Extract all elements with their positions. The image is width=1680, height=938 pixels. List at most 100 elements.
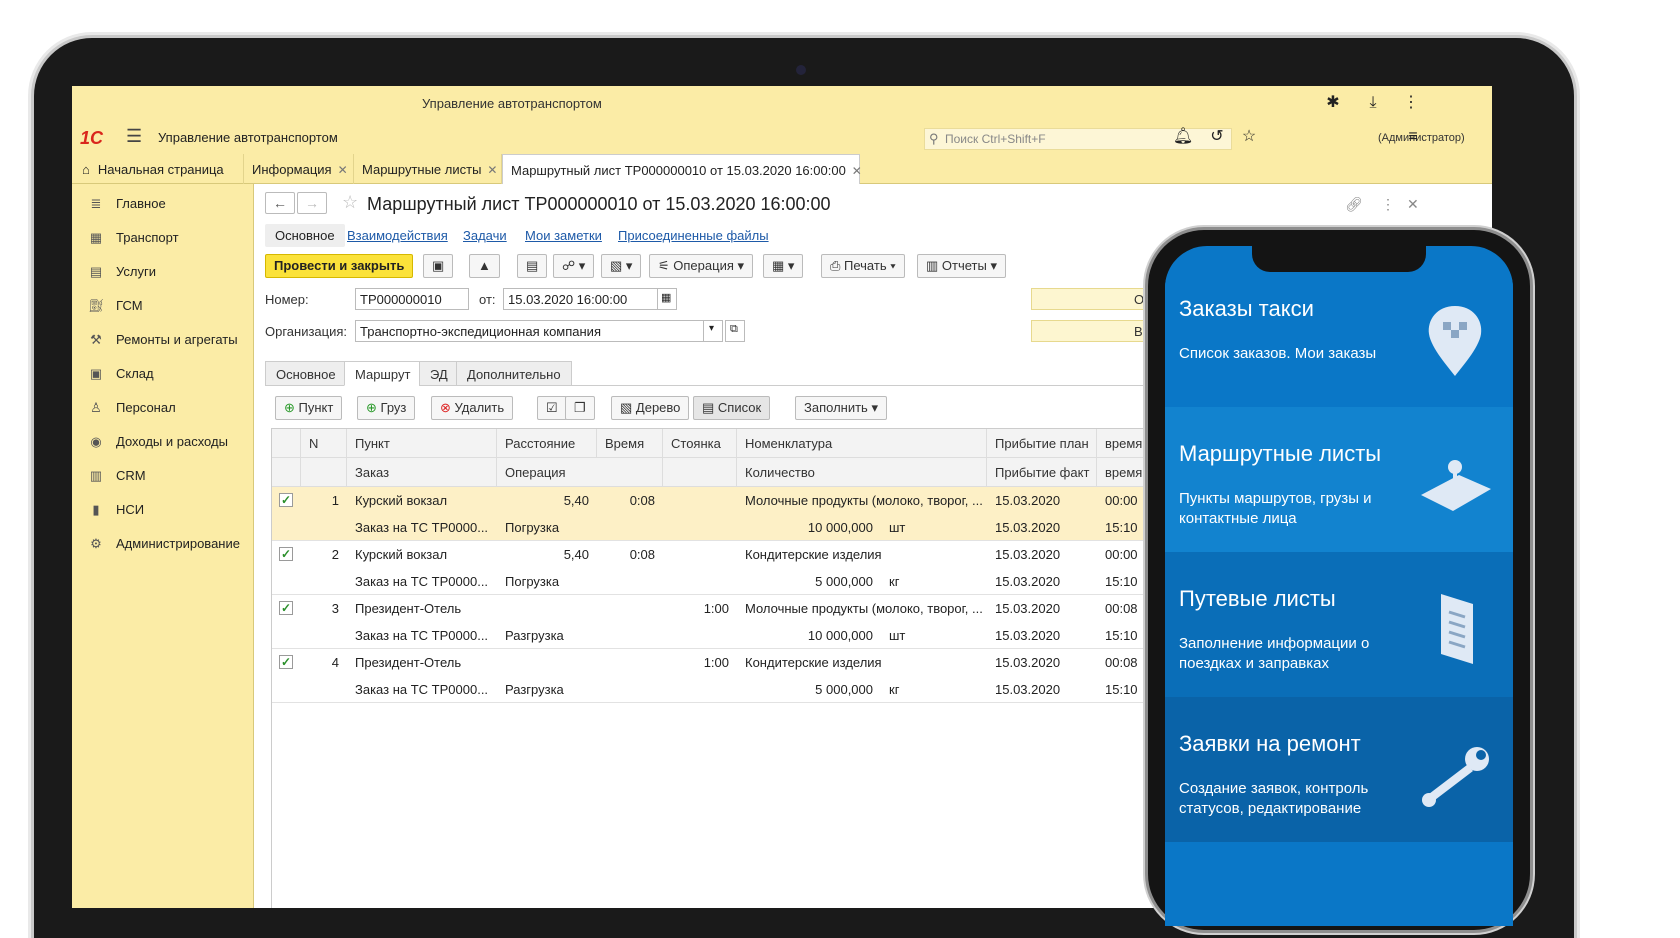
row-fact-time: 15:10: [1105, 628, 1138, 643]
row-checkbox[interactable]: ✓: [279, 547, 293, 561]
tile-taxi-orders[interactable]: Заказы такси Список заказов. Мои заказы: [1165, 262, 1513, 407]
star-icon[interactable]: ☆: [1238, 126, 1260, 148]
tab-interactions[interactable]: Взаимодействия: [347, 228, 448, 243]
puzzle-icon[interactable]: ✱: [1322, 92, 1344, 114]
history-icon[interactable]: ↺: [1206, 126, 1228, 148]
tab-main[interactable]: Основное: [265, 224, 345, 247]
sidebar-item-personnel[interactable]: ♙ Персонал: [86, 400, 176, 422]
date-field[interactable]: 15.03.2020 16:00:00: [503, 288, 659, 310]
back-button[interactable]: ←: [265, 192, 295, 214]
list-view-button[interactable]: ▤ Список: [693, 396, 771, 420]
subtab-additional[interactable]: Дополнительно: [456, 361, 572, 386]
kebab-menu-icon[interactable]: ⋮: [1381, 196, 1395, 213]
favorite-star-icon[interactable]: ☆: [342, 192, 358, 213]
sidebar-item-label: ГСМ: [116, 298, 143, 313]
search-placeholder: Поиск Ctrl+Shift+F: [945, 132, 1046, 146]
add-cargo-button[interactable]: ⊕ Груз: [357, 396, 416, 420]
person-icon: ♙: [90, 400, 102, 415]
sidebar: ≣ Главное ▦ Транспорт ▤ Услуги ⛽︎ ГСМ ⚒ Ремон…: [72, 184, 254, 908]
tab-label: Маршрутные листы: [362, 162, 482, 177]
settings-lines-icon[interactable]: ≡: [1402, 126, 1424, 148]
brand-logo[interactable]: 1С: [80, 128, 103, 149]
kebab-menu-icon[interactable]: ⋮: [1400, 92, 1422, 114]
calendar-icon[interactable]: ▦: [657, 288, 677, 310]
related-docs-dropdown-icon[interactable]: ▧ ▾: [601, 254, 642, 278]
sidebar-item-main[interactable]: ≣ Главное: [86, 196, 166, 218]
sliders-icon: ⚟: [658, 258, 674, 273]
tab-route-document[interactable]: Маршрутный лист ТР000000010 от 15.03.202…: [502, 154, 862, 184]
map-pin-icon: [1421, 460, 1491, 511]
sidebar-item-services[interactable]: ▤ Услуги: [86, 264, 156, 286]
sidebar-item-warehouse[interactable]: ▣ Склад: [86, 366, 154, 388]
close-icon[interactable]: ✕: [487, 163, 497, 177]
row-order: Заказ на ТС ТР0000...: [355, 682, 489, 697]
chart-icon: ▥: [926, 258, 942, 273]
post-icon[interactable]: ▲: [469, 254, 500, 278]
subtab-ed[interactable]: ЭД: [419, 361, 459, 386]
row-order: Заказ на ТС ТР0000...: [355, 574, 489, 589]
sidebar-item-admin[interactable]: ⚙ Администрирование: [86, 536, 240, 558]
open-link-icon[interactable]: ⧉: [725, 320, 745, 342]
create-based-dropdown-icon[interactable]: ▦ ▾: [763, 254, 804, 278]
tab-tasks[interactable]: Задачи: [463, 228, 507, 243]
users-dropdown-icon[interactable]: ☍ ▾: [553, 254, 595, 278]
phone-screen: Заказы такси Список заказов. Мои заказы …: [1165, 246, 1513, 926]
row-fact-date: 15.03.2020: [995, 682, 1061, 697]
row-quantity: 10 000,000: [807, 628, 873, 643]
close-icon[interactable]: ✕: [1407, 196, 1419, 213]
check-all-icon[interactable]: ☑: [537, 396, 567, 420]
row-time: 0:08: [629, 493, 655, 508]
dropdown-arrow-icon[interactable]: ▾: [703, 320, 723, 342]
row-plan-time: 00:08: [1105, 655, 1138, 670]
post-and-close-button[interactable]: Провести и закрыть: [265, 254, 414, 278]
app-header: 1С ☰ Управление автотранспортом ⚲ Поиск …: [72, 120, 1492, 154]
tile-route-lists[interactable]: Маршрутные листы Пункты маршрутов, грузы…: [1165, 407, 1513, 552]
forward-button[interactable]: →: [297, 192, 327, 214]
tab-home[interactable]: ⌂ Начальная страница: [72, 154, 244, 184]
list-doc-icon[interactable]: ▤: [517, 254, 548, 278]
column-header-distance: Расстояние: [497, 429, 597, 458]
row-stop: 1:00: [703, 655, 729, 670]
delete-button[interactable]: ⊗ Удалить: [431, 396, 514, 420]
row-order: Заказ на ТС ТР0000...: [355, 628, 489, 643]
save-icon[interactable]: ▣: [423, 254, 454, 278]
sidebar-item-fuel[interactable]: ⛽︎ ГСМ: [86, 298, 143, 320]
subtab-main[interactable]: Основное: [265, 361, 347, 386]
add-cargo-label: Груз: [380, 400, 407, 415]
row-checkbox[interactable]: ✓: [279, 493, 293, 507]
hamburger-icon[interactable]: ☰: [126, 126, 142, 147]
sidebar-item-finance[interactable]: ◉ Доходы и расходы: [86, 434, 228, 456]
operation-button[interactable]: ⚟ Операция ▾: [649, 254, 754, 278]
organization-field[interactable]: Транспортно-экспедиционная компания: [355, 320, 705, 342]
column-header-plan-time: время: [1097, 429, 1151, 458]
tab-route-lists[interactable]: Маршрутные листы ✕: [354, 154, 502, 184]
tree-view-button[interactable]: ▧ Дерево: [611, 396, 690, 420]
download-icon[interactable]: ⤓: [1362, 92, 1384, 114]
fill-button[interactable]: Заполнить ▾: [795, 396, 887, 420]
sidebar-item-repairs[interactable]: ⚒ Ремонты и агрегаты: [86, 332, 237, 354]
tile-description: Список заказов. Мои заказы: [1179, 345, 1377, 362]
link-icon[interactable]: 🔗︎: [1345, 196, 1363, 213]
tab-info[interactable]: Информация ✕: [244, 154, 354, 184]
window-titlebar: Управление автотранспортом ✱ ⤓ ⋮: [72, 86, 1492, 120]
row-distance: [497, 595, 597, 622]
bell-icon[interactable]: 🔔︎: [1172, 126, 1194, 148]
tile-waybills[interactable]: Путевые листы Заполнение информации о по…: [1165, 552, 1513, 697]
copy-icon[interactable]: ❐: [565, 396, 595, 420]
reports-button[interactable]: ▥ Отчеты ▾: [917, 254, 1006, 278]
subtab-route[interactable]: Маршрут: [344, 361, 422, 386]
close-icon[interactable]: ✕: [852, 164, 862, 178]
row-point: Курский вокзал: [355, 547, 448, 562]
sidebar-item-crm[interactable]: ▥ CRM: [86, 468, 146, 490]
number-field[interactable]: ТР000000010: [355, 288, 469, 310]
print-button[interactable]: ⎙ Печать ▾: [821, 254, 905, 278]
tab-attached-files[interactable]: Присоединенные файлы: [618, 228, 769, 243]
sidebar-item-transport[interactable]: ▦ Транспорт: [86, 230, 179, 252]
add-point-button[interactable]: ⊕ Пункт: [275, 396, 343, 420]
row-checkbox[interactable]: ✓: [279, 601, 293, 615]
tab-notes[interactable]: Мои заметки: [525, 228, 602, 243]
sidebar-item-nsi[interactable]: ▮ НСИ: [86, 502, 144, 524]
close-icon[interactable]: ✕: [338, 163, 348, 177]
tile-repair-requests[interactable]: Заявки на ремонт Создание заявок, контро…: [1165, 697, 1513, 842]
row-checkbox[interactable]: ✓: [279, 655, 293, 669]
